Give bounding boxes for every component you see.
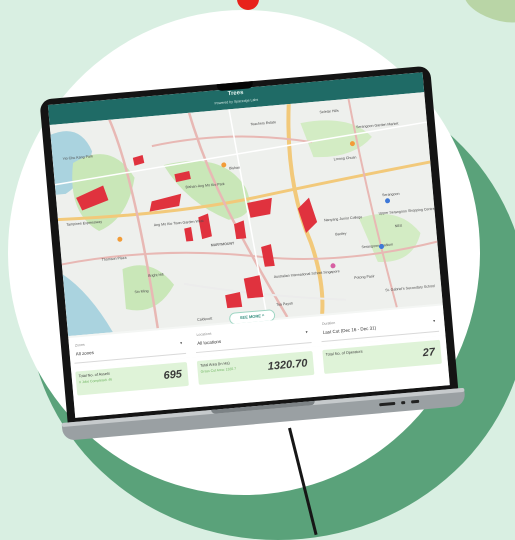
total-assets-card: Total No. of Assets # Jobs Completed: 46…: [75, 361, 189, 396]
card-value: 1320.70: [267, 357, 308, 373]
zone-polygon[interactable]: [297, 197, 318, 234]
laptop-bezel: Trees Powered by Spacedge Labs Yio Chu K…: [39, 65, 459, 427]
map-label: Serangoon: [382, 192, 400, 198]
card-sublabel: # Jobs Completed: 46: [79, 377, 113, 385]
map-canvas[interactable]: Yio Chu Kang Park Teachers Estate Seleta…: [50, 92, 443, 337]
laptop: Trees Powered by Spacedge Labs Yio Chu K…: [39, 65, 466, 451]
locations-value: All locations: [197, 338, 222, 346]
decoration-dot: [237, 0, 259, 10]
map-view[interactable]: Yio Chu Kang Park Teachers Estate Seleta…: [49, 92, 443, 337]
zone-polygon[interactable]: [247, 197, 273, 218]
total-operators-card: Total No. of Operators 27: [322, 339, 442, 374]
map-pin-icon[interactable]: [117, 236, 123, 242]
chevron-down-icon: ▾: [179, 340, 183, 346]
zones-label: Zones: [74, 342, 85, 348]
card-sublabel: Grass Cut Area: 1320.7: [200, 366, 237, 374]
map-label: Thomson Plaza: [101, 256, 126, 262]
map-label: Caldecott: [197, 317, 212, 322]
zone-polygon[interactable]: [198, 213, 212, 240]
card-label: Total No. of Operators: [325, 349, 363, 357]
map-label: Upper Serangoon Shopping Centre: [378, 207, 434, 216]
app-screen: Trees Powered by Spacedge Labs Yio Chu K…: [47, 72, 450, 418]
leaf-decoration: [459, 0, 515, 30]
zones-value: All zones: [75, 349, 95, 357]
map-label: Potong Pasir: [354, 274, 376, 280]
map-label: Ang Mo Kio Town Garden West: [154, 219, 204, 227]
park-area: [358, 214, 421, 262]
zone-polygon[interactable]: [261, 244, 275, 267]
map-label: Teachers Estate: [250, 120, 276, 126]
map-label: Toa Payoh: [276, 301, 293, 306]
map-label: St. Gabriel's Secondary School: [385, 284, 435, 292]
map-label: Seletar Hills: [319, 109, 339, 115]
chevron-down-icon: ▾: [305, 329, 308, 335]
duration-value: Last Cut (Dec 16 - Dec 31): [322, 325, 377, 335]
map-pin-icon[interactable]: [330, 263, 336, 269]
zone-polygon[interactable]: [184, 227, 194, 242]
locations-label: Locations: [196, 331, 212, 337]
map-label: Bartley: [335, 231, 347, 236]
map-label: Nanyang Junior College: [324, 215, 363, 222]
map-label: NEX: [395, 224, 403, 229]
card-value: 27: [422, 346, 436, 360]
card-value: 695: [163, 368, 183, 382]
port-slot: [401, 401, 406, 405]
map-label: MARYMOUNT: [211, 241, 236, 247]
map-label: Bishan: [229, 166, 240, 171]
river: [62, 274, 113, 337]
total-area-card: Total Area (In Ha) Grass Cut Area: 1320.…: [196, 350, 315, 385]
chevron-down-icon: ▾: [432, 318, 436, 324]
port-slot: [379, 401, 396, 407]
zone-polygon[interactable]: [132, 154, 145, 166]
duration-label: Duration: [321, 320, 336, 326]
port-slot: [411, 399, 420, 404]
map-pin-icon[interactable]: [385, 198, 391, 204]
map-label: Lorong Chuan: [334, 155, 357, 161]
map-label: Australian International School Singapor…: [274, 269, 340, 279]
zone-polygon[interactable]: [225, 292, 243, 309]
